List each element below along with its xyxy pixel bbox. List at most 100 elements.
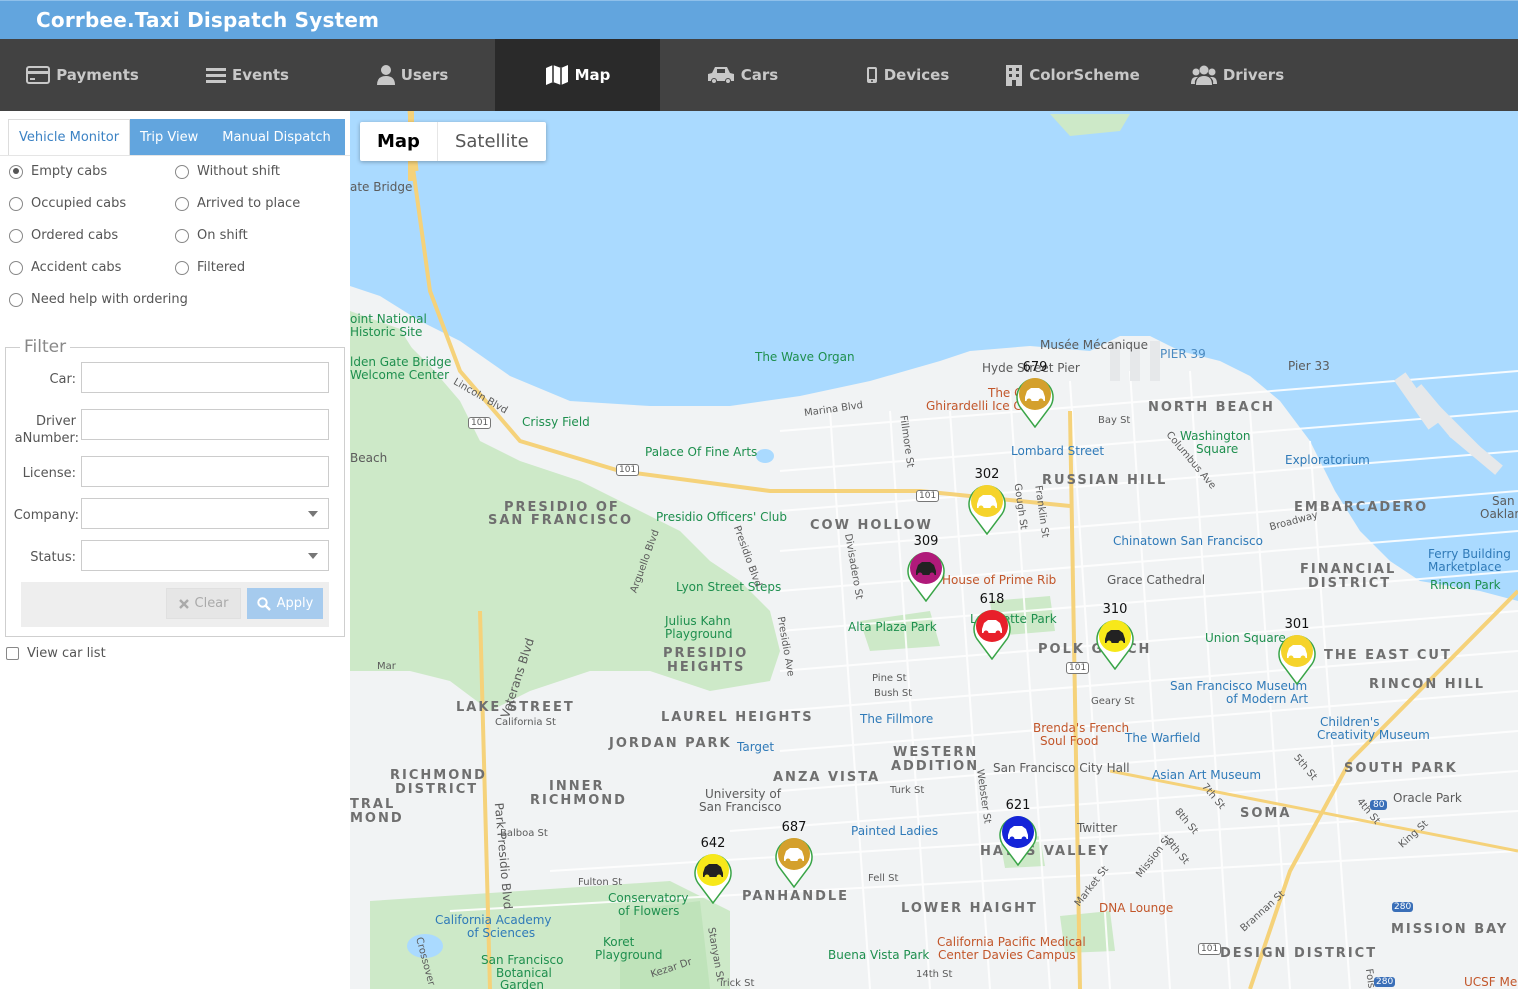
taxi-marker-679[interactable]: 679 — [1014, 360, 1056, 428]
marker-number: 310 — [1102, 602, 1128, 617]
map-label: Grace Cathedral — [1107, 573, 1206, 587]
radio-ordered-cabs[interactable]: Ordered cabs — [9, 228, 118, 243]
map-label: THE EAST CUT — [1324, 648, 1452, 663]
radio-accident-cabs[interactable]: Accident cabs — [9, 260, 121, 275]
apply-button-label: Apply — [276, 596, 314, 611]
taxi-marker-618[interactable]: 618 — [971, 592, 1013, 660]
title-bar: Corrbee.Taxi Dispatch System — [0, 0, 1518, 39]
map-label: Musée Mécanique — [1040, 338, 1149, 352]
map-label: San F — [1492, 494, 1518, 508]
radio-occupied-cabs[interactable]: Occupied cabs — [9, 196, 126, 211]
map-label: Oakland — [1480, 507, 1518, 521]
nav-drivers-label: Drivers — [1222, 66, 1285, 84]
status-select[interactable] — [81, 540, 329, 571]
nav-map-label: Map — [574, 66, 611, 84]
map-label: Presidio Officers' Club — [656, 510, 788, 524]
nav-devices[interactable]: Devices — [825, 39, 990, 111]
nav-colorscheme[interactable]: ColorScheme — [990, 39, 1155, 111]
taxi-marker-302[interactable]: 302 — [966, 467, 1008, 535]
main-nav: Payments Events Users Map Cars Devices C… — [0, 39, 1518, 111]
radio-need-help[interactable]: Need help with ordering — [9, 292, 188, 307]
user-icon — [376, 65, 395, 85]
map-label: ADDITION — [891, 759, 980, 774]
map-label: Painted Ladies — [851, 824, 939, 838]
taxi-marker-301[interactable]: 301 — [1276, 617, 1318, 685]
map-label: Beach — [350, 451, 388, 465]
map-label: Twitter — [1077, 821, 1118, 835]
radio-label: Empty cabs — [31, 164, 108, 179]
radio-filtered[interactable]: Filtered — [175, 260, 245, 275]
driver-number-input[interactable] — [81, 409, 329, 440]
checkbox-box — [6, 647, 19, 660]
nav-drivers[interactable]: Drivers — [1155, 39, 1320, 111]
map-label: The Warfield — [1125, 731, 1201, 745]
radio-circle — [175, 228, 189, 243]
nav-events[interactable]: Events — [165, 39, 330, 111]
taxi-marker-642[interactable]: 642 — [692, 836, 734, 904]
radio-circle — [9, 164, 23, 179]
apply-button[interactable]: Apply — [247, 588, 323, 619]
radio-arrived-to-place[interactable]: Arrived to place — [175, 196, 300, 211]
map-label: Ferry Building — [1428, 547, 1511, 561]
map-label: PANHANDLE — [742, 889, 850, 904]
car-icon — [907, 552, 945, 602]
nav-cars-label: Cars — [740, 66, 779, 84]
company-label: Company: — [13, 508, 79, 523]
nav-users[interactable]: Users — [330, 39, 495, 111]
nav-payments-label: Payments — [56, 66, 139, 84]
radio-circle — [9, 228, 23, 243]
app-title: Corrbee.Taxi Dispatch System — [36, 8, 380, 32]
street-label: Fell St — [868, 873, 899, 884]
marker-number: 618 — [979, 592, 1005, 607]
map-label: Target — [737, 740, 775, 754]
map-type-satellite-button[interactable]: Satellite — [438, 122, 546, 161]
map-label: RUSSIAN HILL — [1042, 473, 1168, 488]
map-label: Pier 33 — [1288, 359, 1330, 373]
street-label: Balboa St — [500, 828, 548, 839]
filter-legend: Filter — [24, 337, 67, 357]
view-car-list-checkbox[interactable]: View car list — [6, 646, 106, 661]
map-label: TRAL — [350, 797, 396, 812]
tab-vehicle-monitor[interactable]: Vehicle Monitor — [8, 119, 131, 155]
map-label: Oracle Park — [1393, 791, 1462, 805]
credit-card-icon — [26, 66, 51, 84]
company-select[interactable] — [81, 498, 329, 529]
highway-shield: 280 — [1392, 902, 1414, 912]
nav-cars[interactable]: Cars — [660, 39, 825, 111]
map-type-map-button[interactable]: Map — [360, 122, 438, 161]
highway-shield: 280 — [1374, 977, 1396, 987]
taxi-marker-621[interactable]: 621 — [997, 798, 1039, 866]
license-input[interactable] — [81, 456, 329, 487]
radio-circle — [175, 196, 189, 211]
radio-circle — [9, 260, 23, 275]
street-label: Fulton St — [578, 877, 623, 888]
driver-label-line2: aNumber: — [14, 431, 79, 446]
clear-button[interactable]: Clear — [166, 588, 241, 619]
radio-on-shift[interactable]: On shift — [175, 228, 248, 243]
map-label: MOND — [350, 811, 404, 826]
car-icon — [1016, 378, 1054, 428]
nav-map[interactable]: Map — [495, 39, 660, 111]
map-label: Ghirardelli Ice C — [926, 399, 1022, 413]
car-icon — [694, 854, 732, 904]
map-label: DESIGN DISTRICT — [1220, 946, 1378, 961]
car-icon — [1278, 635, 1316, 685]
taxi-marker-687[interactable]: 687 — [773, 820, 815, 888]
taxi-marker-309[interactable]: 309 — [905, 534, 947, 602]
radio-empty-cabs[interactable]: Empty cabs — [9, 164, 107, 179]
marker-number: 679 — [1022, 360, 1048, 375]
tab-manual-dispatch[interactable]: Manual Dispatch — [208, 119, 345, 155]
street-label: Turk St — [890, 785, 925, 796]
nav-payments[interactable]: Payments — [0, 39, 165, 111]
map-label: University of — [705, 787, 781, 801]
taxi-marker-310[interactable]: 310 — [1094, 602, 1136, 670]
marker-number: 309 — [913, 534, 939, 549]
tab-trip-view[interactable]: Trip View — [130, 119, 209, 155]
map-label: RICHMOND — [530, 793, 627, 808]
car-input[interactable] — [81, 362, 329, 393]
radio-without-shift[interactable]: Without shift — [175, 164, 280, 179]
map-view[interactable]: Map Satellite ate Bridge oint National H… — [350, 111, 1518, 989]
close-icon — [178, 598, 189, 609]
street-label: Mar — [377, 661, 396, 672]
street-label: Bush St — [874, 688, 913, 699]
